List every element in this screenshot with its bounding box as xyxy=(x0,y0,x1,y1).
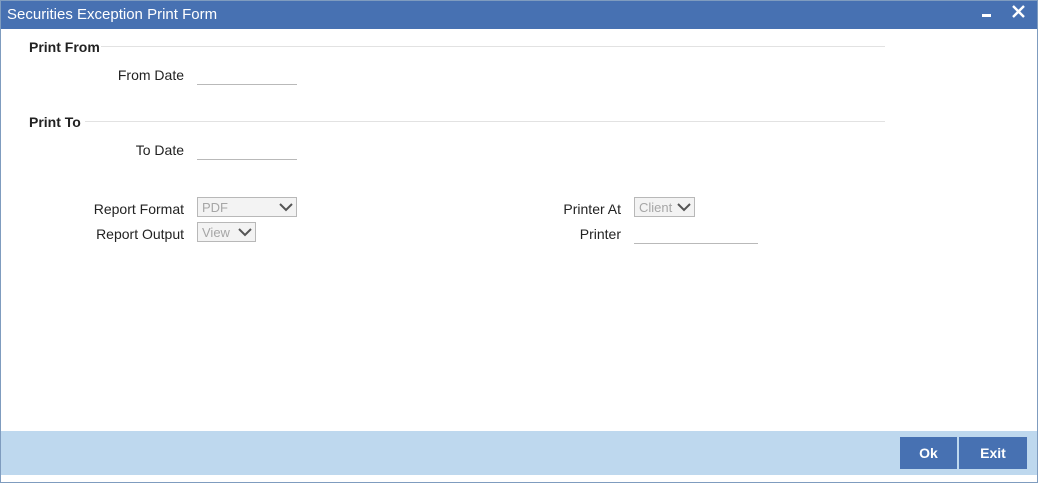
print-from-divider xyxy=(101,46,885,47)
close-icon xyxy=(1012,5,1025,18)
footer-bar: Ok Exit xyxy=(1,431,1037,475)
report-output-value: View xyxy=(202,225,230,240)
chevron-down-icon xyxy=(238,228,252,237)
minimize-icon xyxy=(982,14,991,17)
close-button[interactable] xyxy=(1009,3,1029,23)
title-bar: Securities Exception Print Form xyxy=(1,1,1037,29)
print-to-divider xyxy=(85,121,885,122)
minimize-button[interactable] xyxy=(977,3,997,23)
chevron-down-icon xyxy=(279,203,293,212)
window-title: Securities Exception Print Form xyxy=(7,6,218,23)
to-date-label: To Date xyxy=(135,142,184,158)
report-output-label: Report Output xyxy=(96,226,184,242)
printer-at-select[interactable]: Client xyxy=(634,197,695,217)
print-from-section-title: Print From xyxy=(29,39,100,55)
printer-at-value: Client xyxy=(639,200,673,215)
report-format-label: Report Format xyxy=(93,201,184,217)
print-to-section-title: Print To xyxy=(29,114,81,130)
from-date-label: From Date xyxy=(117,67,184,83)
to-date-input[interactable] xyxy=(197,141,297,160)
exit-button[interactable]: Exit xyxy=(959,437,1027,469)
printer-at-label: Printer At xyxy=(563,201,621,217)
chevron-down-icon xyxy=(677,203,691,212)
printer-input[interactable] xyxy=(634,225,758,244)
from-date-input[interactable] xyxy=(197,66,297,85)
ok-button[interactable]: Ok xyxy=(900,437,957,469)
print-form-window: Securities Exception Print Form Print Fr… xyxy=(0,0,1038,483)
report-output-select[interactable]: View xyxy=(197,222,256,242)
report-format-value: PDF xyxy=(202,200,228,215)
printer-label: Printer xyxy=(579,226,621,242)
report-format-select[interactable]: PDF xyxy=(197,197,297,217)
